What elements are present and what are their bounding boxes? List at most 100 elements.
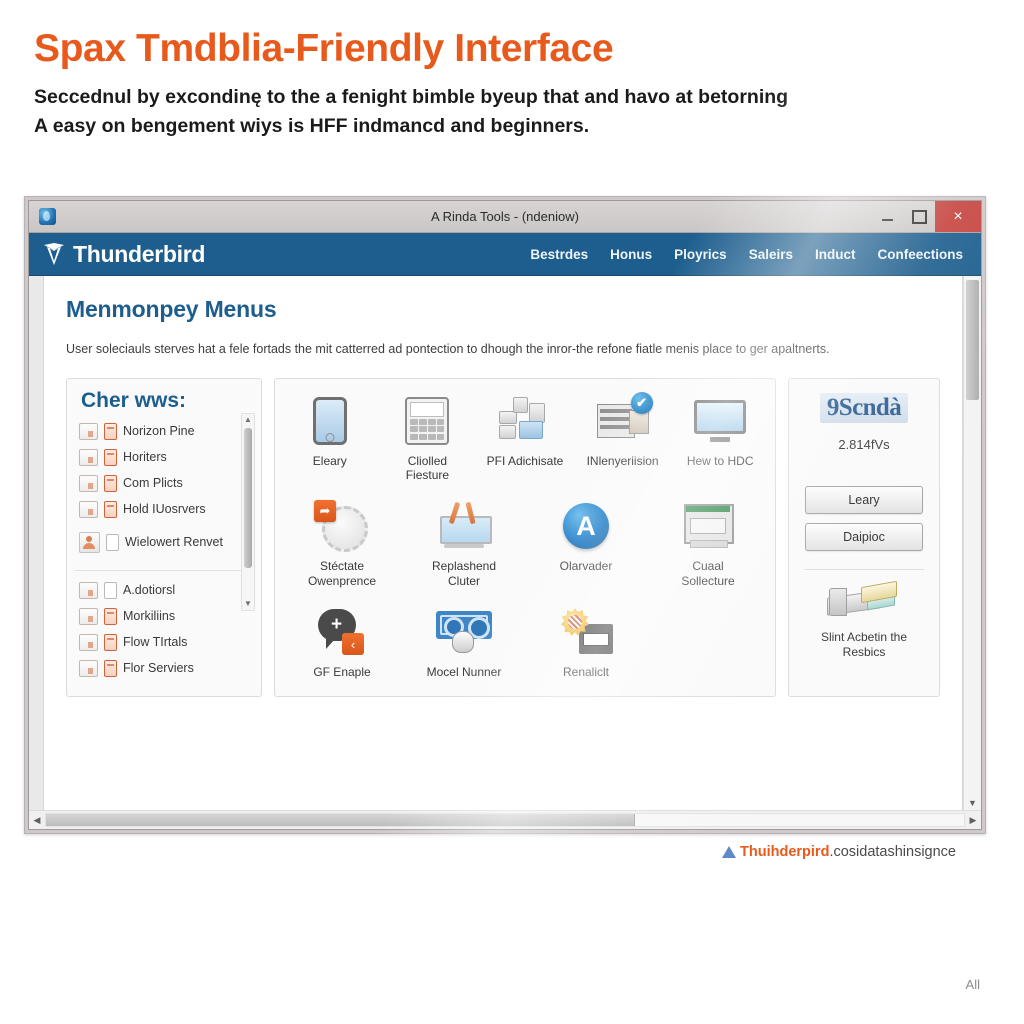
- brand[interactable]: Thunderbird: [43, 241, 205, 268]
- grid-item-gf-enaple[interactable]: + ‹ GF Enaple: [298, 598, 386, 687]
- grid-item-cuaal-sollecture[interactable]: Cuaal Sollecture: [664, 492, 752, 596]
- list-item[interactable]: Horiters: [79, 445, 251, 471]
- list-item[interactable]: A.dotiorsl: [79, 578, 251, 604]
- nav-link-ployrics[interactable]: Ployrics: [674, 247, 727, 262]
- icon-grid: Eleary Cliolled Fiesture PFI Adichisate …: [281, 387, 769, 688]
- calculator-icon: [405, 393, 450, 449]
- chart-icon: [79, 660, 98, 678]
- table-with-image-icon: ✔: [596, 391, 653, 449]
- left-panel-heading: Cher wws:: [81, 388, 187, 412]
- pill-icon: [104, 634, 117, 652]
- check-badge-icon: ✔: [630, 391, 653, 414]
- scroll-right-icon[interactable]: ▶: [965, 815, 981, 826]
- icon-grid-panel: Eleary Cliolled Fiesture PFI Adichisate …: [274, 377, 776, 697]
- pill-icon: [104, 660, 117, 678]
- window-body: A Rinda Tools - (ndeniow) × Thunderbird: [28, 200, 982, 830]
- left-list-group-1: Norizon Pine Horiters Com Plicts Hold IU…: [67, 419, 261, 563]
- maximize-button[interactable]: [903, 201, 935, 232]
- grid-item-label: Cuaal Sollecture: [681, 559, 735, 588]
- section-heading: Menmonpey Menus: [66, 296, 277, 322]
- grid-item-cliolled-fiesture[interactable]: Cliolled Fiesture: [383, 387, 471, 491]
- pill-icon: [104, 501, 117, 519]
- grid-item-hew-to-hdc[interactable]: Hew to HDC: [676, 387, 764, 476]
- gauge-with-tag-icon: ➦: [314, 498, 368, 554]
- grid-item-spacer: [664, 598, 752, 612]
- monitor-icon: [694, 393, 747, 449]
- scroll-up-icon[interactable]: ▲: [242, 415, 254, 425]
- chart-icon: [79, 582, 98, 600]
- grid-item-olarvader[interactable]: A Olarvader: [542, 492, 630, 581]
- left-panel-scrollbar[interactable]: ▲ ▼: [241, 412, 255, 611]
- grid-item-label: Eleary: [312, 453, 347, 468]
- chart-icon: [79, 608, 98, 626]
- icon-grid-row: Eleary Cliolled Fiesture PFI Adichisate …: [281, 387, 769, 491]
- chat-plus-icon: + ‹: [316, 604, 368, 660]
- hero-section: Spax Tmdblia-Friendly Interface Seccednu…: [0, 0, 1024, 140]
- list-item[interactable]: Com Plicts: [79, 471, 251, 497]
- list-item-label: Hold IUosrvers: [123, 502, 206, 517]
- scroll-down-icon[interactable]: ▼: [242, 599, 254, 609]
- network-nodes-icon: [498, 393, 551, 449]
- minimize-button[interactable]: [871, 201, 903, 232]
- nav-link-honus[interactable]: Honus: [610, 247, 652, 262]
- main-vertical-scrollbar[interactable]: ▲ ▼: [963, 276, 981, 810]
- scrollbar-thumb[interactable]: [46, 814, 635, 826]
- list-item[interactable]: Morkiliins: [79, 604, 251, 630]
- grid-item-eleary[interactable]: Eleary: [286, 387, 374, 476]
- grid-item-inlenyeriision[interactable]: ✔ INlenyeriision: [579, 387, 667, 476]
- pill-icon: [104, 608, 117, 626]
- icon-grid-row: ➦ Stéctate Owenprence Replashend Cluter …: [281, 492, 769, 596]
- list-item-label: Wielowert Renvet: [125, 535, 223, 550]
- nav-link-bestrdes[interactable]: Bestrdes: [530, 247, 588, 262]
- leary-button[interactable]: Leary: [805, 485, 923, 514]
- main-horizontal-scrollbar[interactable]: ◀ ▶: [29, 810, 981, 829]
- share-tag-icon: ➦: [314, 500, 336, 523]
- nav-link-saleirs[interactable]: Saleirs: [749, 247, 793, 262]
- grid-item-replashend-cluter[interactable]: Replashend Cluter: [420, 492, 508, 596]
- grid-item-label: Hew to HDC: [686, 453, 754, 468]
- grid-item-label: Cliolled Fiesture: [405, 453, 450, 483]
- list-item-label: Norizon Pine: [123, 424, 195, 439]
- list-item-label: Horiters: [123, 450, 167, 465]
- list-item[interactable]: Flor Serviers: [79, 656, 251, 682]
- pill-icon: [104, 475, 117, 493]
- page-subtitle: Seccednul by excondinę to the a fenight …: [34, 83, 990, 140]
- grid-item-label: GF Enaple: [313, 665, 371, 680]
- person-icon: [79, 532, 100, 554]
- scrollbar-thumb[interactable]: [244, 427, 252, 568]
- grid-item-stectate-owenprence[interactable]: ➦ Stéctate Owenprence: [298, 492, 386, 596]
- list-item[interactable]: Hold IUosrvers: [79, 497, 251, 523]
- daipioc-button[interactable]: Daipioc: [805, 522, 923, 551]
- money-mouse-icon: [436, 604, 492, 660]
- grid-item-renaliclt[interactable]: Renaliclt: [542, 598, 630, 687]
- close-button[interactable]: ×: [935, 201, 981, 232]
- content-row: Menmonpey Menus User soleciauls sterves …: [29, 276, 981, 810]
- scroll-left-icon[interactable]: ◀: [29, 815, 45, 826]
- grid-item-label: Stéctate Owenprence: [307, 559, 377, 588]
- letter-a-circle-icon: A: [563, 498, 609, 554]
- window-titlebar[interactable]: A Rinda Tools - (ndeniow) ×: [29, 201, 981, 233]
- list-item[interactable]: Wielowert Renvet: [79, 523, 251, 563]
- scrollbar-track[interactable]: [45, 813, 965, 827]
- letter-a-glyph: A: [563, 503, 609, 550]
- list-item[interactable]: Flow TIrtals: [79, 630, 251, 656]
- content-inner: Menmonpey Menus User soleciauls sterves …: [43, 276, 963, 810]
- scroll-down-icon[interactable]: ▼: [964, 798, 981, 808]
- grid-item-label: PFI Adichisate: [486, 453, 564, 468]
- nav-link-confeections[interactable]: Confeections: [877, 247, 963, 262]
- nav-links: Bestrdes Honus Ployrics Saleirs Induct C…: [530, 247, 981, 262]
- scrollbar-thumb[interactable]: [966, 280, 979, 400]
- easel-paintbrush-icon: [438, 498, 492, 554]
- panels: Cher wws: ▲ ▼ Norizon Pine Horiters Com …: [66, 377, 940, 697]
- footer-brand-name: Thuihderpird: [740, 844, 830, 860]
- list-item-label: Com Plicts: [123, 476, 183, 491]
- chart-icon: [79, 634, 98, 652]
- grid-item-pfi-adichisate[interactable]: PFI Adichisate: [481, 387, 569, 476]
- page-title: Spax Tmdblia-Friendly Interface: [34, 27, 614, 70]
- doc-icon: [104, 582, 117, 600]
- grid-item-mocel-nunner[interactable]: Mocel Nunner: [420, 598, 508, 687]
- grid-item-label: Mocel Nunner: [426, 665, 502, 680]
- nav-link-induct[interactable]: Induct: [815, 247, 856, 262]
- page-subtitle-line-1: Seccednul by excondinę to the a fenight …: [34, 86, 789, 109]
- list-item[interactable]: Norizon Pine: [79, 419, 251, 445]
